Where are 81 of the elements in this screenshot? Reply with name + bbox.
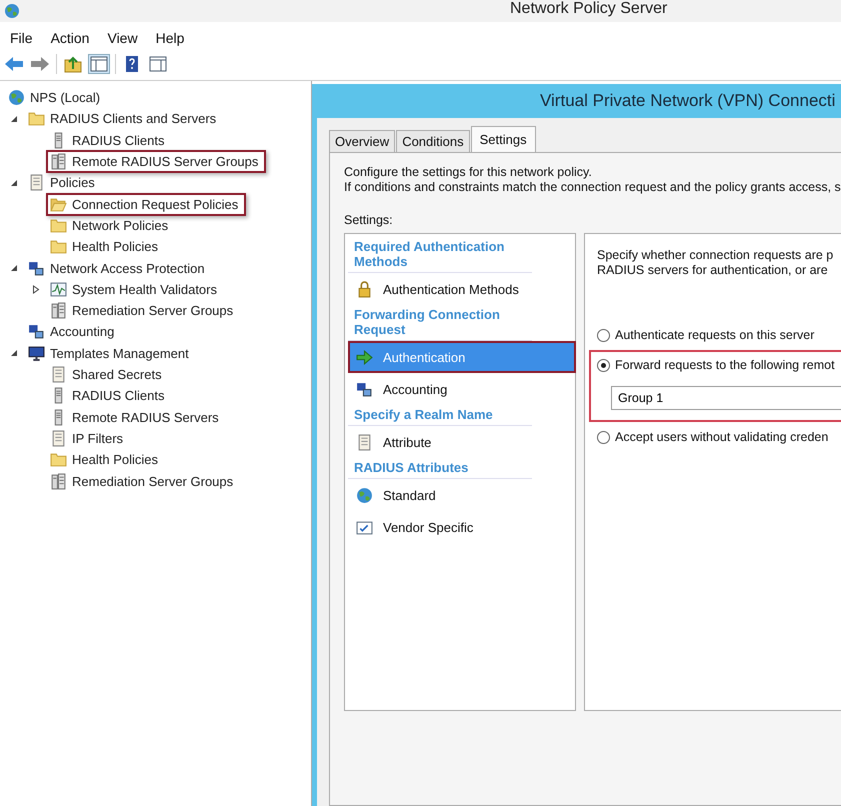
tree-item[interactable]: System Health Validators: [46, 278, 225, 301]
tree-item[interactable]: Network Access Protection: [24, 256, 213, 280]
tree-item[interactable]: RADIUS Clients and Servers: [24, 107, 224, 130]
tree-item[interactable]: Remediation Server Groups: [46, 470, 242, 492]
radio-label: Authenticate requests on this server: [615, 328, 814, 342]
highlighted-tree-item[interactable]: Remote RADIUS Server Groups: [46, 150, 266, 174]
description-text: Specify whether connection requests are p: [597, 248, 834, 263]
settings-item[interactable]: Accounting: [348, 373, 572, 405]
group-field[interactable]: Group 1: [611, 386, 841, 410]
intro-text: If conditions and constraints match the connection request and the policy grants access, s: [344, 180, 841, 195]
radio-button[interactable]: [597, 358, 610, 372]
monitor-icon: [28, 344, 45, 362]
collapsed-triangle-icon[interactable]: [32, 284, 40, 294]
folder-up-icon[interactable]: [63, 55, 83, 73]
dialog-title: Virtual Private Network (VPN) Connecti: [540, 91, 836, 111]
radio-label: Forward requests to the following remot: [615, 358, 835, 372]
tree-item[interactable]: Accounting: [24, 320, 122, 344]
section-heading: RADIUS Attributes: [348, 458, 532, 479]
lock-icon: [356, 280, 373, 298]
servers-icon: [50, 153, 67, 170]
menu-item[interactable]: File: [4, 30, 39, 46]
tree-item[interactable]: Templates Management: [24, 342, 197, 365]
document-icon: [28, 174, 45, 192]
menu-item[interactable]: Action: [44, 30, 96, 46]
window-title: Network Policy Server: [510, 0, 668, 18]
globe-icon: [4, 3, 20, 19]
settings-item[interactable]: Standard: [348, 479, 572, 511]
expanded-triangle-icon[interactable]: [10, 114, 18, 123]
network-computers-icon: [28, 323, 45, 340]
folder-icon: [28, 110, 45, 128]
network-computers-icon: [356, 380, 373, 398]
section-heading: Required Authentication Methods: [348, 237, 532, 273]
tab[interactable]: Overview: [329, 130, 396, 152]
forward-arrow-icon[interactable]: [30, 55, 50, 73]
folder-icon: [50, 451, 67, 468]
network-computers-icon: [28, 260, 45, 277]
radio-button[interactable]: [597, 328, 610, 342]
radio-label: Accept users without validating creden: [615, 430, 828, 444]
tree-item[interactable]: NPS (Local): [4, 86, 108, 110]
console-tree-icon[interactable]: [89, 55, 109, 73]
expanded-triangle-icon[interactable]: [10, 264, 18, 272]
intro-text: Configure the settings for this network policy.: [344, 165, 593, 180]
tab[interactable]: Settings: [470, 126, 536, 152]
panel-icon[interactable]: [148, 55, 168, 73]
tree-item[interactable]: Policies: [24, 171, 103, 194]
tree-item[interactable]: IP Filters: [46, 426, 132, 450]
tree-item[interactable]: Health Policies: [46, 235, 166, 258]
globe-icon: [8, 89, 25, 106]
back-arrow-icon[interactable]: [4, 55, 24, 73]
settings-label: Settings:: [344, 213, 394, 227]
folder-icon: [50, 238, 67, 256]
chart-icon: [50, 280, 67, 298]
tree-item[interactable]: Remediation Server Groups: [46, 299, 242, 322]
tree-item[interactable]: Network Policies: [46, 214, 176, 237]
menu-item[interactable]: Help: [150, 30, 190, 46]
tree-item[interactable]: Remote RADIUS Servers: [46, 406, 227, 429]
settings-item[interactable]: Attribute: [348, 426, 572, 458]
settings-item[interactable]: Vendor Specific: [348, 511, 572, 543]
tree-item[interactable]: RADIUS Clients: [46, 384, 172, 408]
description-text: RADIUS servers for authentication, or are: [597, 263, 829, 278]
menu-item[interactable]: View: [101, 30, 144, 46]
servers-icon: [50, 472, 67, 490]
checkmark-list-icon: [356, 518, 373, 536]
arrow-right-icon: [356, 348, 373, 366]
highlighted-tree-item[interactable]: Connection Request Policies: [46, 192, 246, 216]
settings-item[interactable]: Authentication Methods: [348, 273, 572, 305]
globe-icon: [356, 486, 373, 504]
tree-item[interactable]: RADIUS Clients: [46, 128, 172, 152]
document-icon: [50, 366, 67, 384]
document-icon: [50, 430, 67, 447]
tree-item[interactable]: Shared Secrets: [46, 363, 170, 386]
document-icon: [356, 434, 373, 450]
tab[interactable]: Conditions: [396, 130, 470, 152]
tree-item[interactable]: Health Policies: [46, 448, 166, 472]
expanded-triangle-icon[interactable]: [10, 178, 18, 187]
radio-button[interactable]: [597, 430, 610, 444]
expanded-triangle-icon[interactable]: [10, 349, 18, 358]
servers-icon: [50, 302, 67, 320]
folder-icon: [50, 216, 67, 234]
folder-icon: [50, 196, 67, 213]
section-heading: Specify a Realm Name: [348, 405, 532, 426]
